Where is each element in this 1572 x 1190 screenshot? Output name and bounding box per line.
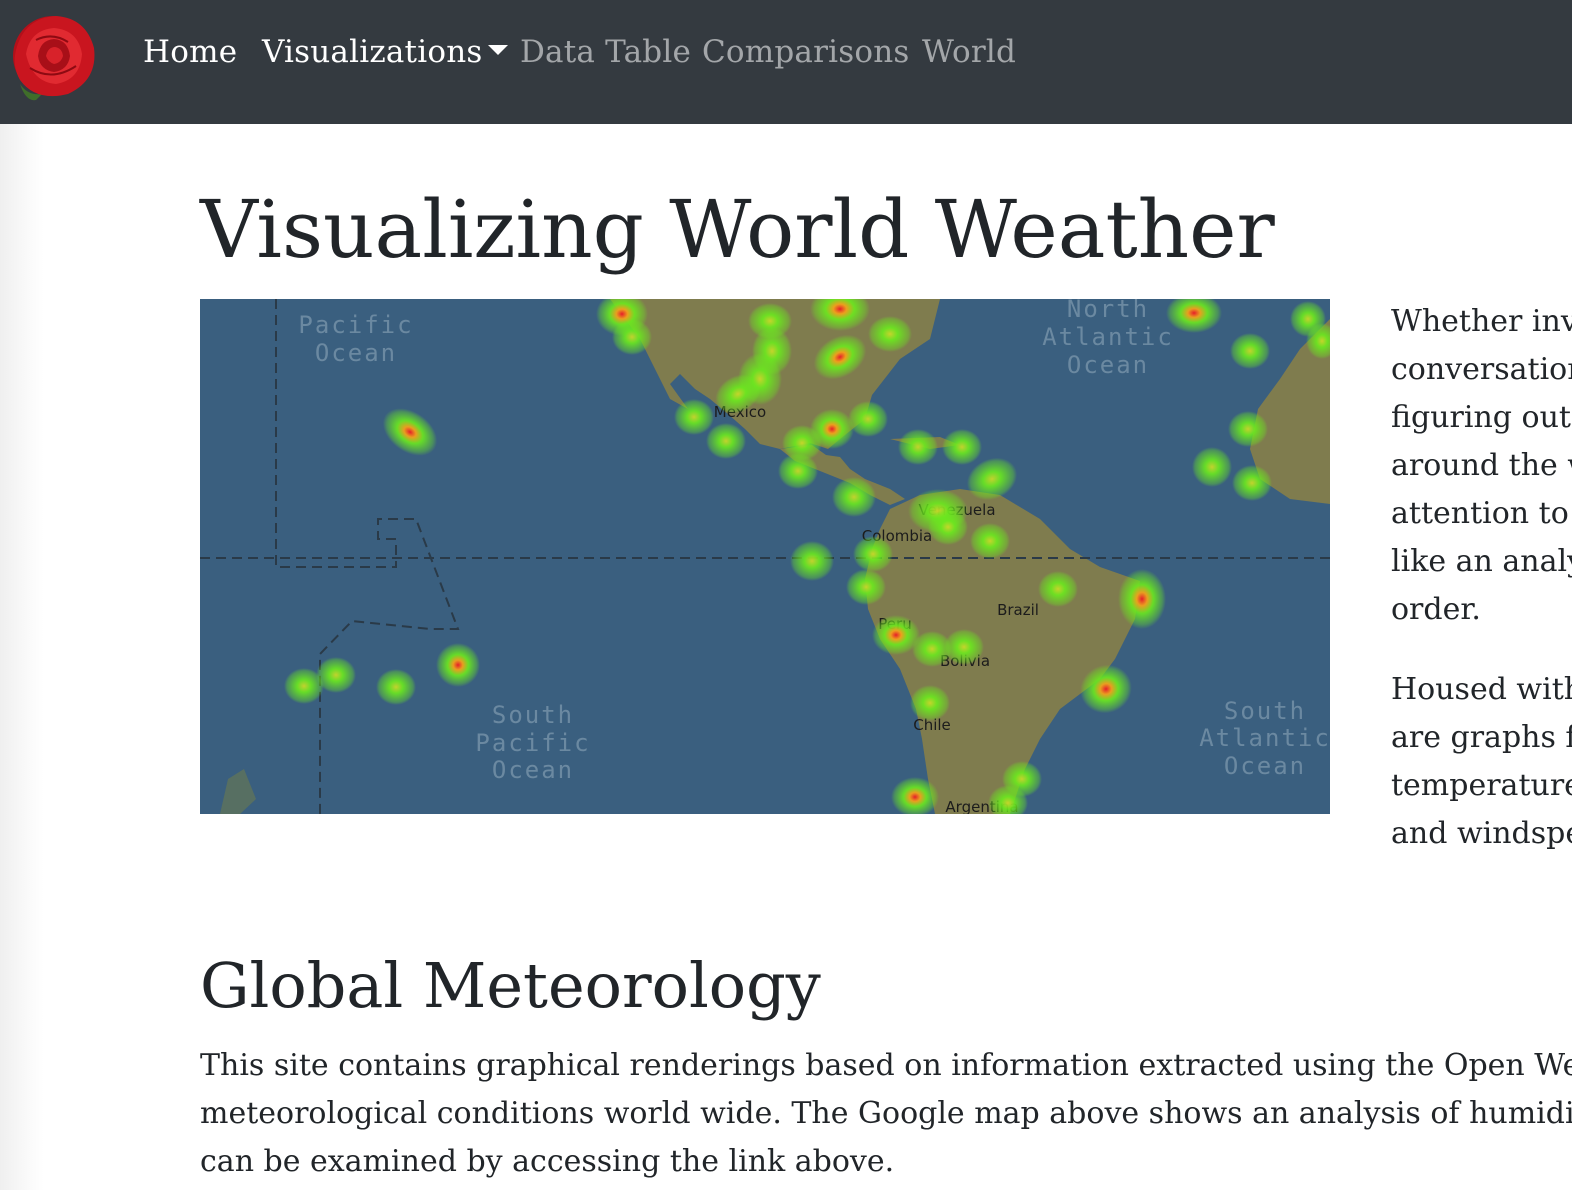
label-pacific-line2: Ocean	[315, 339, 397, 367]
caret-down-icon	[488, 44, 509, 55]
heat-spot	[790, 541, 834, 581]
page-gutter	[0, 124, 44, 1190]
heat-spot	[674, 399, 714, 435]
svg-text:South: South	[1224, 697, 1306, 725]
heat-spot	[944, 629, 984, 665]
intro-p1-line-7: order.	[1391, 592, 1481, 627]
intro-p2-line-3: temperatures	[1391, 768, 1572, 803]
section-body: This site contains graphical renderings …	[200, 1042, 1572, 1186]
intro-p1-line-6: like an analy	[1391, 544, 1572, 579]
label-south-atlantic-line3: Ocean	[1224, 752, 1306, 780]
label-south-atlantic-line2: Atlantic	[1199, 724, 1330, 752]
heat-spot	[1192, 447, 1232, 487]
svg-text:Brazil: Brazil	[997, 601, 1039, 619]
intro-paragraph-1: Whether inv conversation figuring out ar…	[1391, 298, 1572, 634]
nav-world[interactable]: World	[922, 30, 1016, 74]
svg-text:Ocean: Ocean	[1067, 351, 1149, 379]
heat-spot	[810, 409, 854, 449]
nav-home[interactable]: Home	[143, 30, 237, 74]
heat-spot	[1230, 333, 1270, 369]
svg-text:Pacific: Pacific	[298, 311, 413, 339]
section-body-line-3: can be examined by accessing the link ab…	[200, 1144, 895, 1179]
heat-spot	[1118, 569, 1166, 629]
label-north-atlantic-line3: Ocean	[1067, 351, 1149, 379]
heat-spot	[706, 423, 746, 459]
label-south-atlantic-line1: South	[1224, 697, 1306, 725]
heat-spot	[898, 429, 938, 465]
heat-spot	[970, 523, 1010, 559]
rose-logo-icon[interactable]	[6, 10, 100, 102]
label-south-pacific-line2: Pacific	[475, 729, 590, 757]
label-south-pacific-line1: South	[492, 701, 574, 729]
heat-spot	[832, 477, 876, 517]
svg-text:Atlantic: Atlantic	[1199, 724, 1330, 752]
intro-p2-line-1: Housed with	[1391, 672, 1572, 707]
intro-p2-line-4: and windspe	[1391, 816, 1572, 851]
nav-visualizations-dropdown[interactable]: Visualizations	[262, 30, 509, 74]
svg-text:North: North	[1067, 299, 1149, 323]
heat-spot	[846, 569, 886, 605]
intro-p1-line-5: attention to t	[1391, 496, 1572, 531]
svg-text:Ocean: Ocean	[492, 756, 574, 784]
intro-p1-line-3: figuring out	[1391, 400, 1571, 435]
heat-spot	[1232, 465, 1272, 501]
heatmap-svg: Pacific Ocean North Atlantic Ocean South…	[200, 299, 1330, 814]
intro-paragraph-2: Housed with are graphs fr temperatures a…	[1391, 666, 1572, 858]
heat-spot	[910, 685, 950, 721]
nav-data-table[interactable]: Data Table	[520, 30, 691, 74]
label-south-pacific-line3: Ocean	[492, 756, 574, 784]
section-body-line-2: meteorological conditions world wide. Th…	[200, 1096, 1572, 1131]
nav-visualizations-label: Visualizations	[262, 34, 483, 70]
heat-spot	[928, 509, 968, 545]
label-pacific-line1: Pacific	[298, 311, 413, 339]
heat-spot	[376, 669, 416, 705]
svg-text:South: South	[492, 701, 574, 729]
nav-comparisons[interactable]: Comparisons	[702, 30, 909, 74]
top-navbar: Home Visualizations Data Table Compariso…	[0, 0, 1572, 124]
intro-p2-line-2: are graphs fr	[1391, 720, 1572, 755]
svg-text:Pacific: Pacific	[475, 729, 590, 757]
heat-spot	[1228, 411, 1268, 447]
heat-spot	[284, 668, 324, 704]
svg-text:Atlantic: Atlantic	[1042, 323, 1174, 351]
heat-spot	[1038, 571, 1078, 607]
intro-p1-line-1: Whether inv	[1391, 304, 1572, 339]
svg-text:Ocean: Ocean	[315, 339, 397, 367]
heat-spot	[778, 453, 818, 489]
heat-spot	[853, 536, 893, 572]
heat-spot	[612, 319, 652, 355]
intro-side-text: Whether inv conversation figuring out ar…	[1391, 298, 1572, 890]
section-title: Global Meteorology	[200, 949, 821, 1022]
heat-spot	[436, 643, 480, 687]
heat-spot	[942, 429, 982, 465]
intro-p1-line-2: conversation	[1391, 352, 1572, 387]
humidity-heatmap[interactable]: Pacific Ocean North Atlantic Ocean South…	[200, 299, 1330, 814]
heat-spot	[868, 316, 912, 352]
label-brazil: Brazil	[997, 601, 1039, 619]
section-body-line-1: This site contains graphical renderings …	[200, 1048, 1572, 1083]
page-title: Visualizing World Weather	[200, 183, 1275, 276]
heat-spot	[848, 401, 888, 437]
intro-p1-line-4: around the w	[1391, 448, 1572, 483]
label-north-atlantic-line1: North	[1067, 299, 1149, 323]
label-north-atlantic-line2: Atlantic	[1042, 323, 1174, 351]
svg-text:Ocean: Ocean	[1224, 752, 1306, 780]
